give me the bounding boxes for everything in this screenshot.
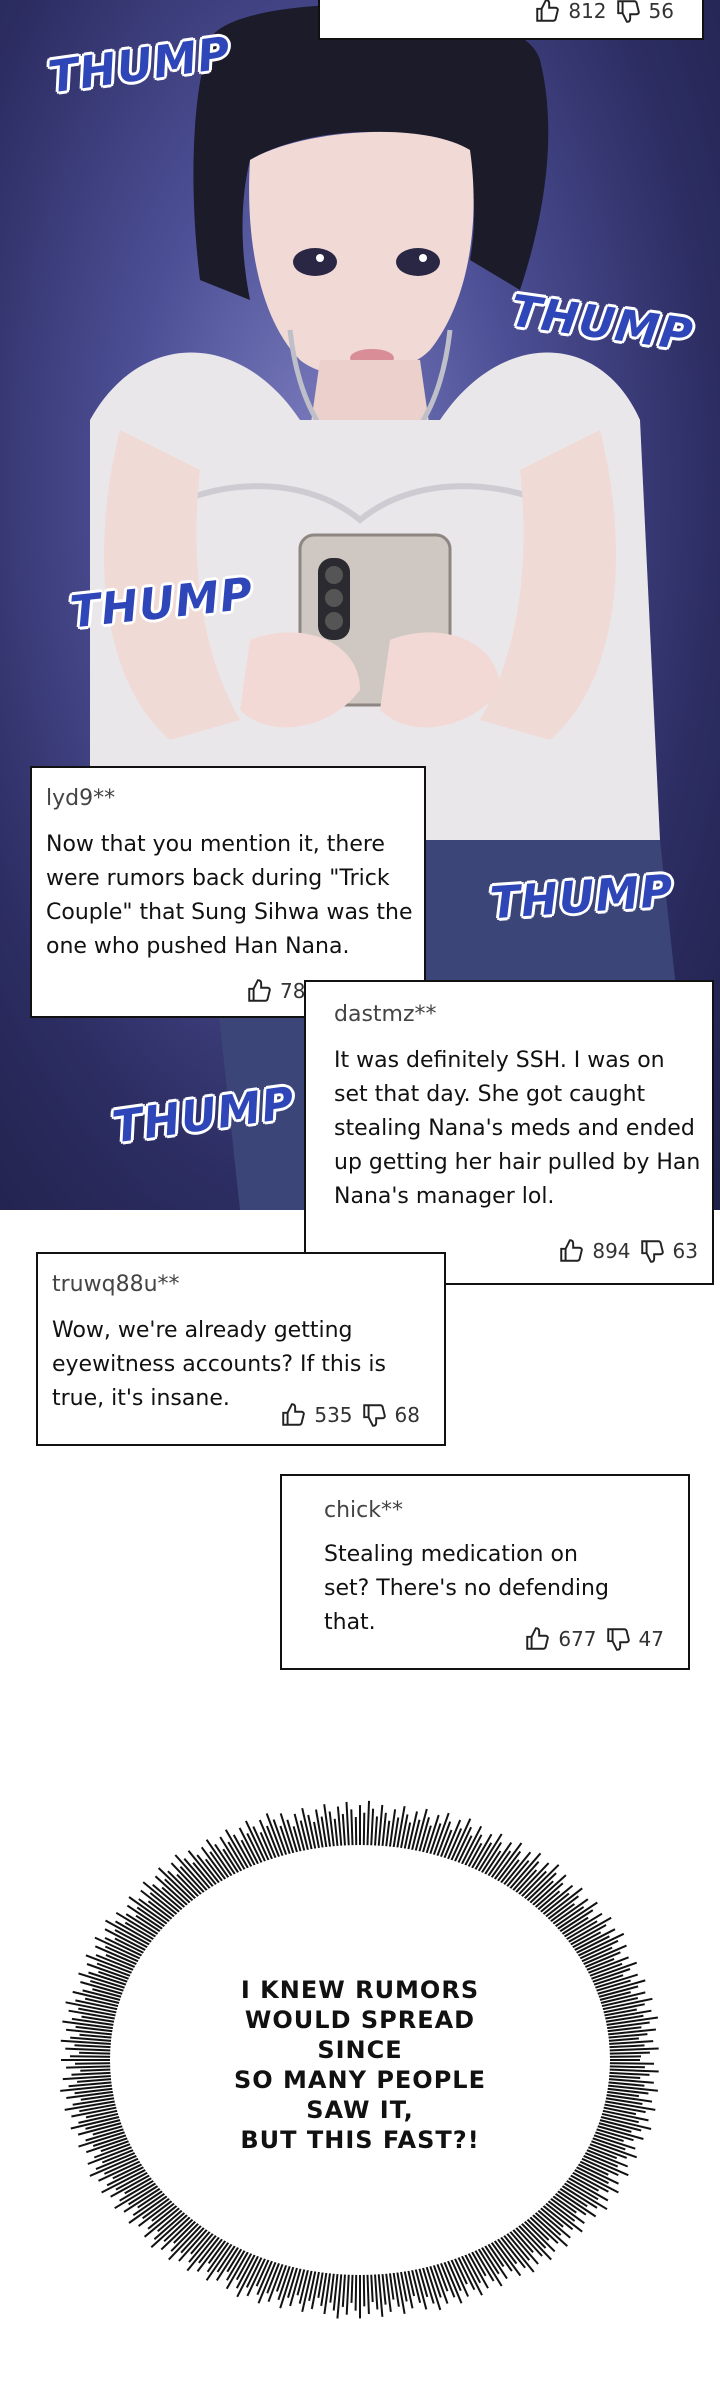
comment-username: dastmz** xyxy=(334,1002,437,1027)
comment-username: truwq88u** xyxy=(52,1272,180,1297)
thumbs-down-icon[interactable] xyxy=(639,1238,665,1264)
thumbs-down-icon[interactable] xyxy=(361,1402,387,1428)
bubble-line: I KNEW RUMORS xyxy=(240,1976,480,2004)
dislike-count: 56 xyxy=(648,0,674,23)
like-count: 812 xyxy=(568,0,607,23)
thumbs-up-icon[interactable] xyxy=(280,1402,306,1428)
bubble-line: SO MANY PEOPLE SAW IT, xyxy=(234,2066,486,2124)
comment-votes: 894 63 xyxy=(558,1238,698,1264)
comment-card: truwq88u** Wow, we're already getting ey… xyxy=(36,1252,446,1446)
thumbs-down-icon[interactable] xyxy=(615,0,641,24)
like-count: 894 xyxy=(592,1239,631,1263)
comment-votes: 535 68 xyxy=(280,1402,420,1428)
comment-username: lyd9** xyxy=(46,786,116,811)
comment-votes: 812 56 xyxy=(534,0,674,24)
comment-card: dastmz** It was definitely SSH. I was on… xyxy=(304,980,714,1285)
like-count: 535 xyxy=(314,1403,353,1427)
bubble-line: WOULD SPREAD SINCE xyxy=(244,2006,476,2064)
thumbs-down-icon[interactable] xyxy=(605,1626,631,1652)
comment-card: 812 56 xyxy=(318,0,704,40)
comment-text: Wow, we're already getting eyewitness ac… xyxy=(52,1318,386,1411)
dislike-count: 68 xyxy=(394,1403,420,1427)
comment-votes: 78 xyxy=(246,978,305,1004)
comment-text: It was definitely SSH. I was on set that… xyxy=(334,1048,701,1209)
thumbs-up-icon[interactable] xyxy=(558,1238,584,1264)
comment-votes: 677 47 xyxy=(524,1626,664,1652)
comment-username: chick** xyxy=(324,1498,403,1523)
bubble-line: BUT THIS FAST?! xyxy=(240,2126,480,2154)
comment-text: Stealing medication on set? There's no d… xyxy=(324,1542,609,1635)
thumbs-up-icon[interactable] xyxy=(524,1626,550,1652)
dislike-count: 47 xyxy=(638,1627,664,1651)
thumbs-up-icon[interactable] xyxy=(246,978,272,1004)
comment-text: Now that you mention it, there were rumo… xyxy=(46,832,413,959)
comment-card: chick** Stealing medication on set? Ther… xyxy=(280,1474,690,1670)
thought-bubble-text: I KNEW RUMORS WOULD SPREAD SINCE SO MANY… xyxy=(220,1975,500,2155)
thumbs-up-icon[interactable] xyxy=(534,0,560,24)
like-count: 677 xyxy=(558,1627,597,1651)
dislike-count: 63 xyxy=(672,1239,698,1263)
like-count: 78 xyxy=(280,979,306,1003)
